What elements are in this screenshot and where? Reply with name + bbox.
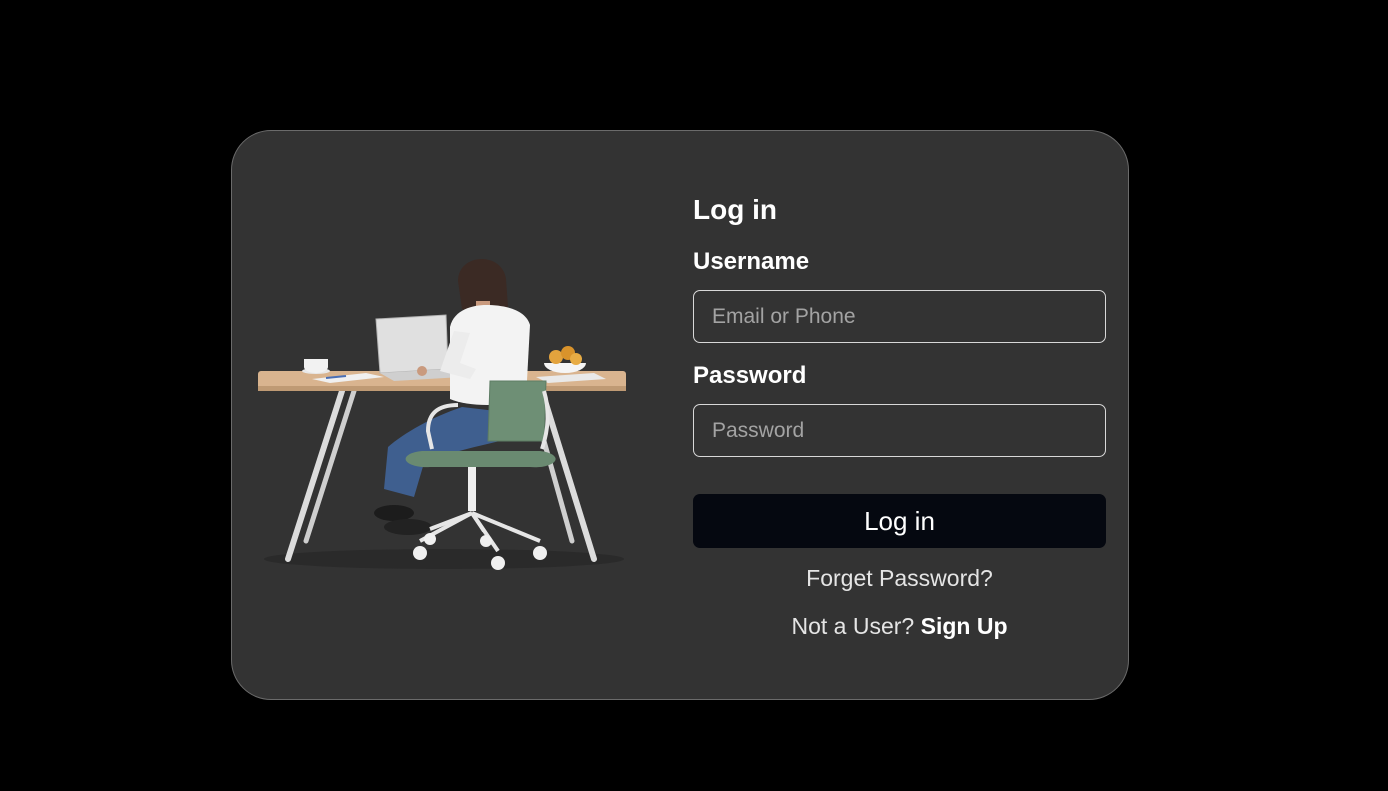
password-input[interactable] (693, 404, 1106, 457)
username-label: Username (693, 248, 810, 275)
signup-prompt: Not a User? (791, 613, 915, 639)
forgot-password-link[interactable]: Forget Password? (693, 565, 1106, 592)
password-label: Password (693, 362, 807, 389)
login-card: Log in Username Password Log in Forget P… (231, 130, 1129, 700)
signup-link[interactable]: Sign Up (921, 613, 1008, 639)
form-title: Log in (693, 194, 777, 225)
login-button[interactable]: Log in (693, 494, 1106, 548)
signup-row: Not a User? Sign Up (693, 613, 1106, 640)
username-input[interactable] (693, 290, 1106, 343)
person-at-desk-illustration (258, 258, 626, 570)
